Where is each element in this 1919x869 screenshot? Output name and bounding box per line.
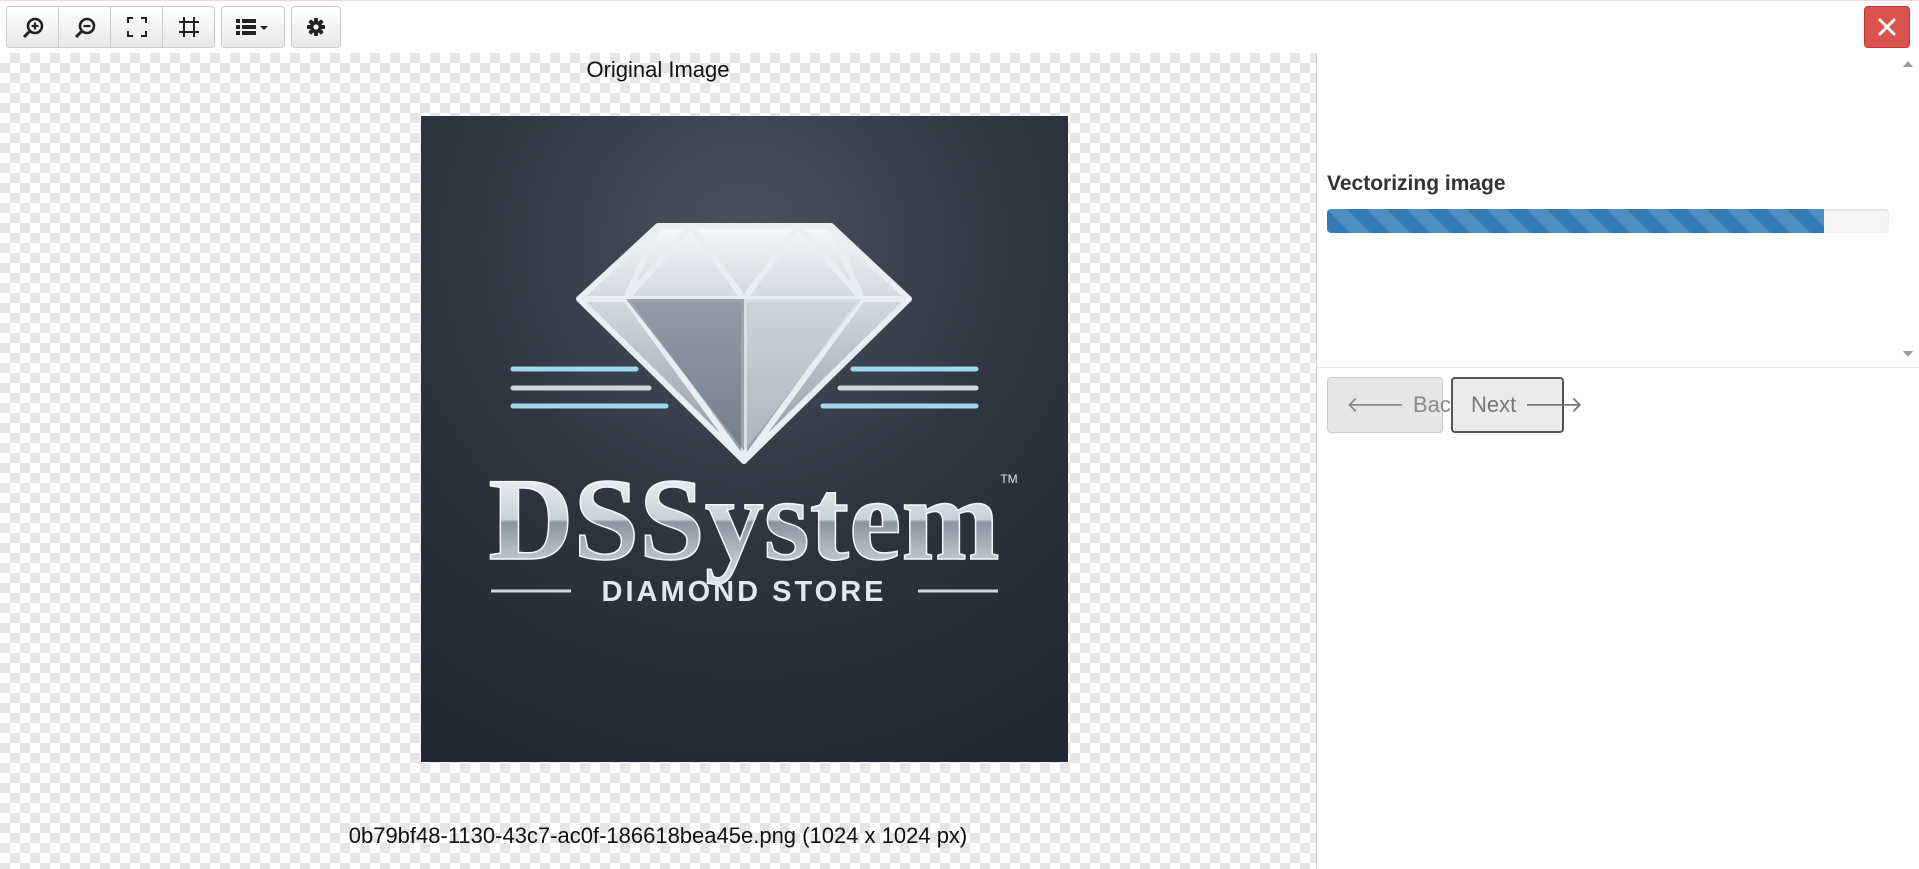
pane-title: Original Image: [586, 57, 730, 82]
zoom-in-icon: [22, 17, 43, 38]
fit-to-screen-button[interactable]: [110, 6, 163, 48]
status-scrollbar[interactable]: [1897, 53, 1919, 367]
crop-button[interactable]: [162, 6, 215, 48]
progress-bar-track: [1327, 209, 1889, 233]
logo-trademark: TM: [1000, 472, 1017, 486]
original-image: DSSystem TM DIAMOND STORE: [421, 116, 1068, 762]
processing-pane: Vectorizing image 🡐 Back Next 🡒: [1317, 53, 1919, 869]
back-button[interactable]: 🡐 Back: [1327, 377, 1462, 433]
wizard-navigation: 🡐 Back Next 🡒: [1327, 377, 1583, 433]
scroll-down-arrow-icon[interactable]: [1903, 351, 1913, 357]
logo-tagline: DIAMOND STORE: [602, 576, 887, 608]
next-button[interactable]: Next 🡒: [1451, 377, 1583, 433]
image-preview-pane: Original Image DSSystem TM DIAMOND STORE…: [0, 53, 1317, 869]
status-area: Vectorizing image: [1317, 53, 1919, 368]
crop-icon: [178, 17, 199, 37]
list-options-button[interactable]: [221, 6, 285, 48]
status-label: Vectorizing image: [1327, 172, 1506, 195]
next-button-label: Next: [1471, 392, 1517, 417]
arrow-left-icon: 🡐: [1346, 392, 1405, 417]
fit-to-screen-icon: [126, 17, 147, 37]
gear-icon: [307, 18, 325, 36]
settings-button[interactable]: [291, 6, 341, 48]
progress-bar-fill: [1327, 209, 1825, 233]
file-info-caption: 0b79bf48-1130-43c7-ac0f-186618bea45e.png…: [348, 823, 968, 848]
list-dropdown-icon: [236, 19, 268, 35]
zoom-out-button[interactable]: [58, 6, 111, 48]
arrow-right-icon: 🡒: [1524, 392, 1584, 417]
zoom-in-button[interactable]: [6, 6, 59, 48]
close-button[interactable]: [1864, 6, 1910, 48]
toolbar: [6, 6, 341, 48]
close-icon: [1878, 18, 1896, 36]
zoom-out-icon: [74, 17, 95, 38]
scroll-up-arrow-icon[interactable]: [1903, 61, 1913, 67]
zoom-tools-group: [6, 6, 215, 48]
window-top-border: [0, 0, 1919, 1]
logo-brand-text: DSSystem: [488, 454, 999, 585]
